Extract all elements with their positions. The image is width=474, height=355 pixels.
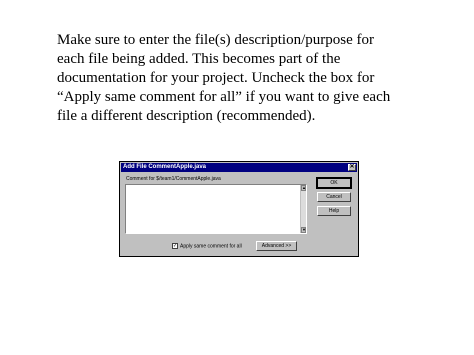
- advanced-button[interactable]: Advanced >>: [256, 241, 297, 251]
- close-icon: ✕: [349, 164, 355, 170]
- apply-same-comment-label: Apply same comment for all: [180, 243, 242, 250]
- scroll-down-icon[interactable]: ▼: [301, 227, 306, 233]
- dialog-title: Add File CommentApple.java: [123, 164, 207, 170]
- apply-same-comment-row[interactable]: ✓ Apply same comment for all: [172, 243, 242, 250]
- slide-text-line: each file being added. This becomes part…: [57, 51, 341, 67]
- add-file-comment-dialog: Add File CommentApple.java ✕ Comment for…: [119, 161, 359, 257]
- slide-text: Make sure to enter the file(s) descripti…: [57, 31, 417, 126]
- slide-text-line: documentation for your project. Uncheck …: [57, 70, 375, 86]
- close-button[interactable]: ✕: [348, 164, 356, 171]
- slide-text-line: file a different description (recommende…: [57, 108, 316, 124]
- comment-label: Comment for $/team1/CommentApple.java: [126, 176, 221, 182]
- scroll-up-icon[interactable]: ▲: [301, 185, 306, 191]
- apply-same-comment-checkbox[interactable]: ✓: [172, 243, 178, 249]
- checkmark-icon: ✓: [173, 243, 178, 249]
- cancel-button[interactable]: Cancel: [317, 192, 351, 202]
- comment-scrollbar[interactable]: ▲ ▼: [300, 185, 306, 233]
- dialog-titlebar[interactable]: Add File CommentApple.java ✕: [121, 163, 357, 172]
- comment-textarea[interactable]: ▲ ▼: [125, 184, 307, 234]
- ok-button[interactable]: OK: [316, 177, 352, 189]
- slide-text-line: Make sure to enter the file(s) descripti…: [57, 32, 374, 48]
- help-button[interactable]: Help: [317, 206, 351, 216]
- slide-text-line: “Apply same comment for all” if you want…: [57, 89, 391, 105]
